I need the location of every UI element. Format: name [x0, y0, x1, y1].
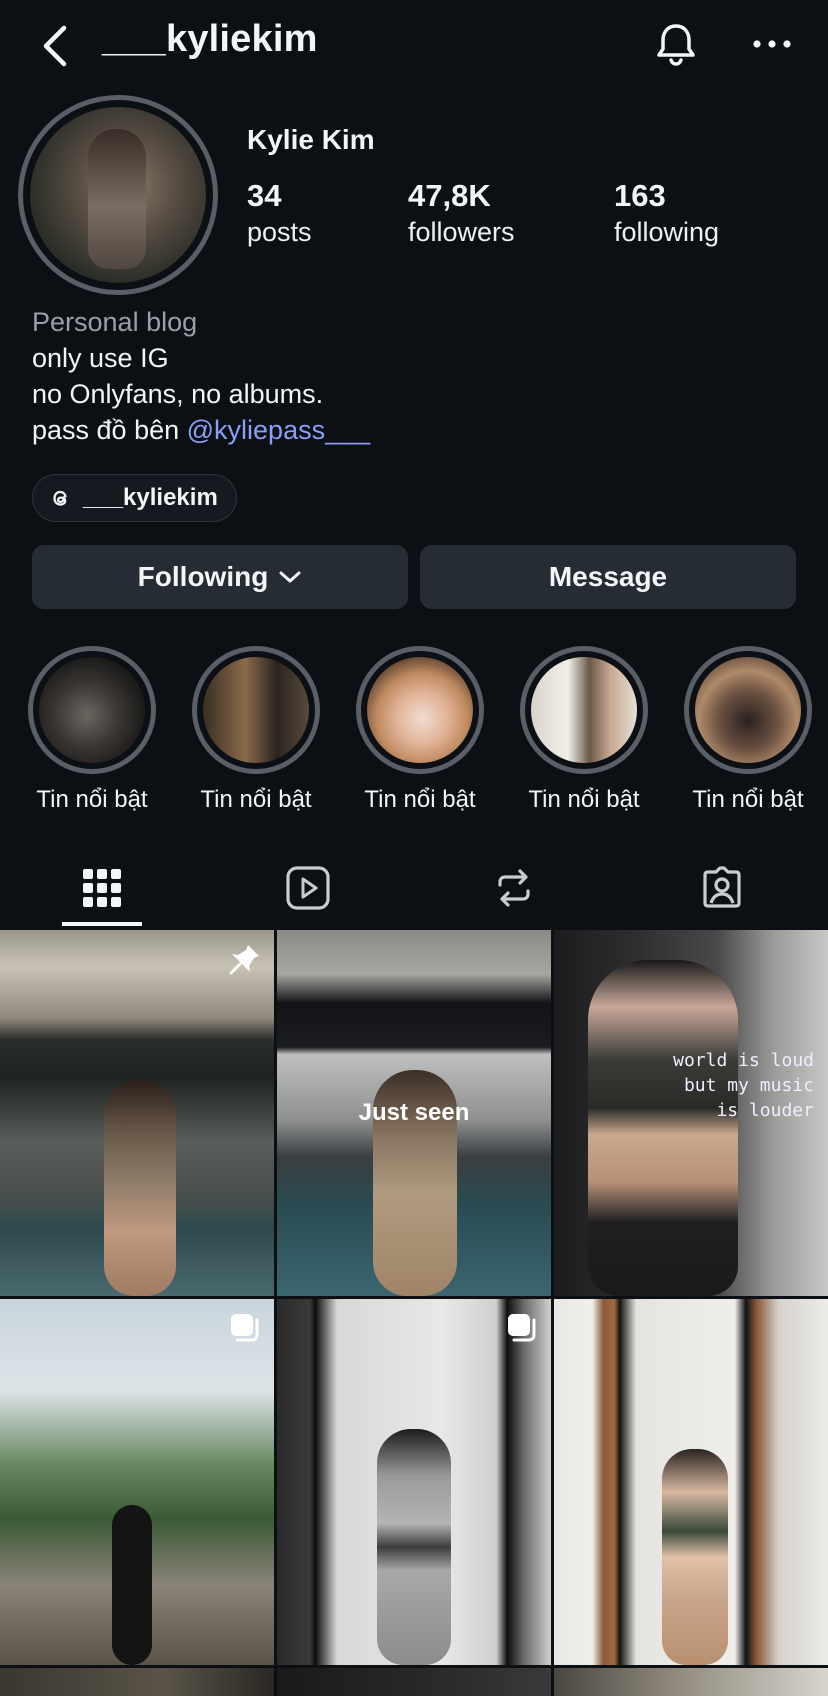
just-seen-label: Just seen — [358, 1099, 470, 1126]
profile-bio: Personal blog only use IG no Onlyfans, n… — [32, 304, 370, 448]
carousel-icon — [508, 1314, 536, 1342]
carousel-icon — [231, 1314, 259, 1342]
profile-avatar[interactable] — [18, 95, 218, 295]
top-bar: ___kyliekim — [0, 0, 828, 90]
post-subject — [377, 1429, 451, 1665]
highlight-label: Tin nổi bật — [692, 786, 804, 813]
stat-followers[interactable]: 47,8K followers — [408, 178, 515, 250]
highlight-image — [203, 657, 309, 763]
highlight-ring — [356, 646, 484, 774]
highlight-image — [367, 657, 473, 763]
carousel-badge — [505, 1311, 539, 1350]
stat-followers-label: followers — [408, 217, 515, 247]
highlight-label: Tin nổi bật — [200, 786, 312, 813]
post-subject — [662, 1449, 728, 1665]
bell-icon — [657, 24, 695, 66]
highlight-ring — [520, 646, 648, 774]
highlight-ring — [684, 646, 812, 774]
profile-tabs — [0, 848, 828, 928]
tab-reposts[interactable] — [474, 848, 554, 928]
stat-posts-value: 34 — [247, 178, 282, 213]
highlight-ring — [192, 646, 320, 774]
stat-posts[interactable]: 34 posts — [247, 178, 312, 250]
following-button-label: Following — [137, 561, 269, 592]
post-caption-overlay: world is loud but my music is louder — [673, 1048, 814, 1123]
post-thumbnail[interactable]: world is loud but my music is louder — [554, 930, 828, 1296]
highlight-image — [695, 657, 801, 763]
tab-reels[interactable] — [268, 848, 348, 928]
caption-text: world is loud but my music is louder — [673, 1050, 814, 1121]
post-thumbnail[interactable] — [554, 1299, 828, 1665]
avatar-image — [30, 107, 206, 283]
message-button[interactable]: Message — [420, 545, 796, 609]
threads-link[interactable]: ___kyliekim — [32, 474, 237, 522]
post-subject — [104, 1080, 176, 1296]
reposts-icon — [498, 869, 530, 907]
post-thumbnail[interactable]: Just seen — [277, 930, 551, 1296]
pin-icon — [229, 945, 259, 975]
chevron-down-icon — [279, 571, 301, 583]
tab-posts[interactable] — [62, 848, 142, 928]
stat-following[interactable]: 163 following — [614, 178, 719, 250]
highlight-label: Tin nổi bật — [528, 786, 640, 813]
chevron-left-icon — [43, 25, 67, 67]
carousel-badge — [228, 1311, 262, 1350]
bio-line: only use IG — [32, 343, 169, 373]
tagged-icon — [703, 866, 741, 908]
highlight-item[interactable]: Tin nổi bật — [192, 646, 320, 814]
back-button[interactable] — [38, 22, 78, 70]
active-tab-indicator — [62, 922, 142, 926]
tab-tagged[interactable] — [682, 848, 762, 928]
post-thumbnail[interactable] — [277, 1668, 551, 1696]
profile-username: ___kyliekim — [102, 18, 318, 60]
highlight-item[interactable]: Tin nổi bật — [28, 646, 156, 814]
post-subject — [588, 960, 738, 1296]
reels-icon — [286, 866, 330, 910]
highlight-image — [39, 657, 145, 763]
stat-following-label: following — [614, 217, 720, 247]
stat-followers-value: 47,8K — [408, 178, 491, 213]
highlight-image — [531, 657, 637, 763]
highlight-ring — [28, 646, 156, 774]
display-name: Kylie Kim — [247, 124, 375, 155]
bio-line: no Onlyfans, no albums. — [32, 379, 324, 409]
message-button-label: Message — [548, 561, 668, 592]
post-subject — [112, 1505, 152, 1665]
highlight-item[interactable]: Tin nổi bật — [356, 646, 484, 814]
threads-icon — [53, 490, 67, 506]
threads-handle: ___kyliekim — [83, 484, 218, 511]
post-thumbnail[interactable] — [0, 1299, 274, 1665]
post-thumbnail[interactable] — [0, 1668, 274, 1696]
post-thumbnail[interactable] — [277, 1299, 551, 1665]
notifications-button[interactable] — [650, 18, 702, 70]
posts-grid: Just seen world is loud but my music is … — [0, 930, 828, 1696]
highlight-item[interactable]: Tin nổi bật — [520, 646, 648, 814]
highlight-label: Tin nổi bật — [364, 786, 476, 813]
bio-line: pass đồ bên @kyliepass___ — [32, 412, 370, 448]
more-options-button[interactable] — [748, 26, 796, 62]
post-thumbnail[interactable] — [0, 930, 274, 1296]
stat-posts-label: posts — [247, 217, 312, 247]
more-horizontal-icon — [753, 40, 791, 48]
bio-line-text: pass đồ bên — [32, 415, 187, 445]
post-thumbnail[interactable] — [554, 1668, 828, 1696]
following-button[interactable]: Following — [32, 545, 408, 609]
stat-following-value: 163 — [614, 178, 666, 213]
grid-icon — [83, 869, 121, 907]
bio-category: Personal blog — [32, 307, 198, 337]
highlight-label: Tin nổi bật — [36, 786, 148, 813]
pin-badge — [228, 942, 262, 981]
highlight-item[interactable]: Tin nổi bật — [684, 646, 812, 814]
bio-mention-link[interactable]: @kyliepass___ — [187, 415, 371, 445]
